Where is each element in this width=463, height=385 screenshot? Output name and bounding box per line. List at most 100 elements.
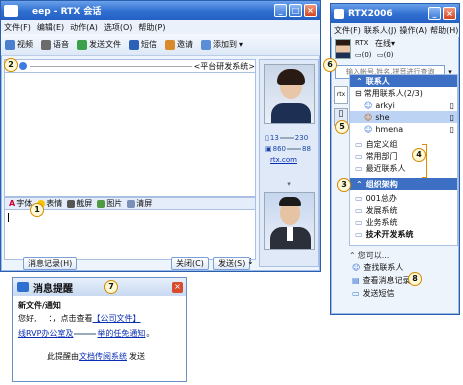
user-icon: ☺ (364, 124, 373, 134)
minimize-button[interactable]: _ (274, 4, 287, 17)
send-button[interactable]: 发送(S) (213, 257, 251, 270)
folder-custom-group[interactable]: ▭ 自定义组 (350, 138, 457, 150)
menu-options[interactable]: 选项(O) (104, 22, 133, 33)
menu-contacts[interactable]: 联系人(J) (364, 25, 397, 36)
rtx-title: RTX2006 (348, 8, 393, 19)
contact-id-row: ▣ 860 88 (265, 145, 311, 153)
folder-common-dept[interactable]: ▭ 常用部门 (350, 150, 457, 162)
video-icon (5, 39, 15, 50)
send-sms-link[interactable]: ▭ 发送短信 (349, 287, 458, 300)
chat-window: eep - RTX 会话 _ □ × 文件(F) 编辑(E) 动作(A) 选项(… (0, 0, 321, 272)
section-org[interactable]: ⌃ 组织架构 (350, 178, 457, 190)
maximize-button[interactable]: □ (289, 4, 302, 17)
send-file-button[interactable]: 发送文件 (77, 39, 121, 50)
contact-link[interactable]: rtx.com (270, 156, 318, 164)
chevron-down-icon: ▾ (239, 40, 244, 49)
clear-button[interactable]: 清屏 (127, 198, 152, 209)
shoulders-shape (271, 103, 311, 123)
contact-row[interactable]: ☺ hmena ▯ (350, 123, 457, 135)
org-row[interactable]: ▭ 001总办 (350, 192, 457, 204)
folder-icon: ▭ (355, 217, 363, 227)
org-row[interactable]: ▭ 业务系统 (350, 216, 457, 228)
menu-action[interactable]: 动作(A) (70, 22, 98, 33)
menu-action[interactable]: 操作(A) (399, 25, 427, 36)
id-icon: ▣ (265, 145, 272, 153)
contact-card-pane: ▯ 13 230 ▣ 860 88 rtx.com ▾ (259, 59, 319, 267)
rtx-main-window: RTX2006 _ × 文件(F) 联系人(J) 操作(A) 帮助(H) RTX… (330, 3, 460, 315)
notice-close-button[interactable]: × (172, 281, 183, 293)
org-row[interactable]: ▭ 发展系统 (350, 204, 457, 216)
contact-row[interactable]: ☺ arkyi ▯ (350, 99, 457, 111)
minus-icon: ⊟ (355, 88, 362, 98)
notice-doc-link-b[interactable]: 举的任免通知 (97, 328, 145, 339)
history-button[interactable]: 消息记录(H) (23, 257, 78, 270)
company-file-link[interactable]: 【公司文件】 (93, 313, 141, 324)
close-window-button[interactable]: × (304, 4, 317, 17)
tab-rtx[interactable]: rtx (334, 86, 348, 104)
contact-photo (264, 64, 315, 124)
screenshot-button[interactable]: 截屏 (67, 198, 92, 209)
view-history-link[interactable]: ▤ 查看消息记录 (349, 274, 458, 287)
menu-file[interactable]: 文件(F) (4, 22, 31, 33)
recipient-bar: <平台研发系统> (4, 59, 256, 73)
invite-icon (165, 39, 175, 50)
notice-footer: 此提醒由 文档传阅系统 发送 (47, 351, 145, 362)
rtx-titlebar[interactable]: RTX2006 _ × (331, 4, 459, 23)
contact-icon (19, 62, 27, 70)
image-button[interactable]: 图片 (97, 198, 122, 209)
invite-button[interactable]: 邀请 (165, 39, 193, 50)
collapse-arrow-icon[interactable]: ▾ (260, 180, 318, 188)
message-history-area[interactable] (4, 73, 256, 197)
prompt-row[interactable]: ⌃ 您可以... (349, 249, 458, 261)
org-row[interactable]: ▭ 技术开发系统 (350, 228, 457, 240)
callout-badge-6: 6 (323, 58, 337, 72)
folder-icon: ▭ (355, 139, 363, 149)
folder-recent[interactable]: ▭ 最近联系人 (350, 162, 457, 174)
menu-help[interactable]: 帮助(H) (430, 25, 458, 36)
callout-badge-1: 1 (30, 203, 44, 217)
chat-titlebar[interactable]: eep - RTX 会话 _ □ × (1, 1, 320, 20)
notice-title: 消息提醒 (33, 283, 73, 295)
image-icon (97, 199, 106, 208)
close-chat-button[interactable]: 关闭(C) (171, 257, 209, 270)
minimize-button[interactable]: _ (428, 7, 441, 20)
find-contact-link[interactable]: ☺ 查找联系人 (349, 261, 458, 274)
group-common-contacts[interactable]: ⊟ 常用联系人(2/3) (350, 87, 457, 99)
chat-left-pane: <平台研发系统> A 字体 表情 截屏 图片 清屏 (4, 59, 256, 267)
collapse-icon: ⌃ (356, 179, 363, 189)
close-window-button[interactable]: × (443, 7, 456, 20)
status-selector[interactable]: 在线▾ (375, 38, 395, 49)
sms-button[interactable]: 短信 (129, 39, 157, 50)
video-button[interactable]: 视频 (5, 39, 33, 50)
rtx-logo-icon (334, 8, 344, 19)
voice-button[interactable]: 语音 (41, 39, 69, 50)
contact-row-selected[interactable]: ☺ she ▯ (350, 111, 457, 123)
send-options-chevron-icon[interactable]: ⇣ (247, 257, 254, 266)
menu-edit[interactable]: 编辑(E) (37, 22, 64, 33)
message-input[interactable] (4, 210, 256, 260)
add-to-button[interactable]: 添加到 ▾ (201, 39, 243, 50)
my-photo (264, 192, 315, 250)
chat-title: eep - RTX 会话 (32, 7, 102, 17)
rtx-logo-icon (4, 4, 18, 17)
menu-file[interactable]: 文件(F) (334, 25, 361, 36)
user-avatar[interactable] (335, 39, 351, 59)
section-contacts[interactable]: ⌃ 联系人 (350, 75, 457, 87)
hair-shape (279, 197, 301, 206)
font-button[interactable]: A 字体 (9, 198, 32, 209)
microphone-icon (41, 39, 51, 50)
clear-icon (127, 199, 136, 208)
menu-help[interactable]: 帮助(P) (138, 22, 165, 33)
masked-digits (279, 137, 294, 139)
folder-icon: ▭ (355, 193, 363, 203)
find-user-icon: ☺ (352, 263, 361, 272)
masked-digits (287, 148, 301, 150)
chat-toolbar: 视频 语音 发送文件 短信 邀请 添加到 ▾ (1, 34, 320, 56)
folder-icon: ▭ (355, 205, 363, 215)
notice-doc-link-a[interactable]: 线RVP办公室及 (18, 328, 73, 339)
doc-system-link[interactable]: 文档传阅系统 (79, 351, 127, 362)
callout-badge-8: 8 (408, 272, 422, 286)
phone-icon: ▯ (449, 112, 454, 122)
notice-icon (17, 282, 29, 292)
phone-icon: ▯ (449, 100, 454, 110)
